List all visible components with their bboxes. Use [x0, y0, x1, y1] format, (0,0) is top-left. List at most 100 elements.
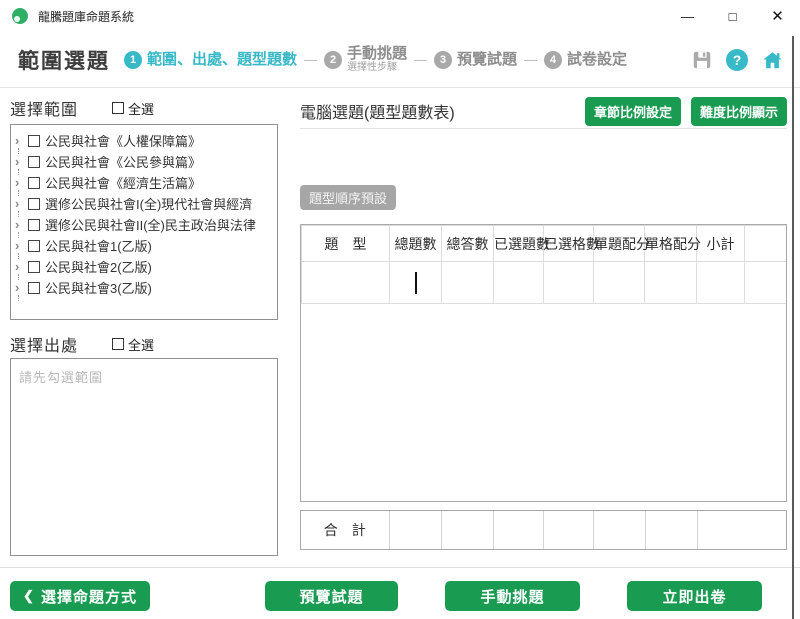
item-checkbox[interactable] [28, 240, 40, 252]
minimize-button[interactable]: — [665, 0, 710, 32]
column-header: 已選題數 [494, 226, 544, 262]
table-header-row: 題 型總題數總答數已選題數已選格數單題配分單格配分小計 [302, 226, 787, 262]
wizard-steps: — 1 範圍、出處、題型題數 — 2 手動挑題 選擇性步驟 [124, 45, 627, 74]
choose-method-label: 選擇命題方式 [41, 586, 137, 607]
select-all-label: 全選 [128, 335, 154, 354]
window-border [792, 36, 794, 619]
step-label: 手動挑題 [347, 45, 407, 62]
text-cursor [415, 272, 417, 294]
step-number-badge: 4 [544, 51, 562, 69]
home-button[interactable] [761, 49, 784, 71]
maximize-button[interactable]: □ [710, 0, 755, 32]
step-separator: — [304, 52, 317, 67]
step-item[interactable]: — 4 試卷設定 [517, 51, 627, 69]
close-button[interactable]: ✕ [755, 0, 800, 32]
column-header: 總答數 [442, 226, 494, 262]
tree-item[interactable]: › 公民與社會《公民參與篇》 [11, 151, 277, 172]
tree-item[interactable]: › 選修公民與社會I(全)現代社會與經濟 [11, 193, 277, 214]
step-label: 範圍、出處、題型題數 [147, 51, 297, 68]
checkbox-icon[interactable] [112, 338, 124, 350]
step-texts: 手動挑題 選擇性步驟 [347, 45, 407, 74]
total-questions-cell[interactable] [390, 262, 442, 304]
step-number-badge: 2 [324, 51, 342, 69]
choose-method-button[interactable]: ❮ 選擇命題方式 [10, 581, 150, 611]
item-checkbox[interactable] [28, 198, 40, 210]
source-placeholder: 請先勾選範圍 [19, 370, 103, 385]
step-item[interactable]: — 3 預覽試題 [407, 51, 517, 69]
totals-answers [441, 511, 493, 549]
step-item[interactable]: — 1 範圍、出處、題型題數 [124, 51, 297, 69]
totals-selected-blanks [543, 511, 593, 549]
manual-pick-button[interactable]: 手動挑題 [445, 581, 580, 611]
step-item[interactable]: — 2 手動挑題 選擇性步驟 [297, 45, 407, 74]
item-checkbox[interactable] [28, 219, 40, 231]
item-checkbox[interactable] [28, 156, 40, 168]
window-title: 龍騰題庫命題系統 [38, 8, 134, 25]
select-all-label: 全選 [128, 99, 154, 118]
tree-item[interactable]: › 選修公民與社會II(全)民主政治與法律 [11, 214, 277, 235]
preview-questions-button[interactable]: 預覽試題 [265, 581, 398, 611]
totals-points-question [593, 511, 645, 549]
source-title: 選擇出處 [10, 332, 78, 356]
tree-item[interactable]: › 公民與社會2(乙版) [11, 256, 277, 277]
item-label: 公民與社會1(乙版) [45, 236, 152, 255]
range-select-all[interactable]: 全選 [112, 99, 154, 118]
tree-item[interactable]: › 公民與社會《經濟生活篇》 [11, 172, 277, 193]
ratio-buttons: 章節比例設定 難度比例顯示 [585, 97, 787, 126]
main-panel: 電腦選題(題型題數表) 章節比例設定 難度比例顯示 題型順序預設 題 型總題數總… [300, 88, 787, 550]
totals-points-blank [645, 511, 697, 549]
expand-chevron-icon[interactable]: › [15, 155, 27, 168]
left-panel: 選擇範圍 全選 › 公民與社會《人權保障篇》 › 公民與社會《公民參與篇》 [10, 88, 278, 556]
qtype-cell[interactable] [302, 262, 390, 304]
totals-row: 合 計 [300, 510, 787, 550]
expand-chevron-icon[interactable]: › [15, 176, 27, 189]
expand-chevron-icon[interactable]: › [15, 281, 27, 294]
points-per-blank-cell[interactable] [645, 262, 697, 304]
generate-paper-button[interactable]: 立即出卷 [627, 581, 762, 611]
save-icon[interactable] [691, 49, 713, 71]
expand-chevron-icon[interactable]: › [15, 134, 27, 147]
points-per-question-cell[interactable] [594, 262, 645, 304]
tree-item[interactable]: › 公民與社會1(乙版) [11, 235, 277, 256]
range-header: 選擇範圍 全選 [10, 96, 278, 120]
main-title: 電腦選題(題型題數表) [300, 99, 455, 123]
column-header: 已選格數 [544, 226, 594, 262]
expand-chevron-icon[interactable]: › [15, 260, 27, 273]
question-order-tag[interactable]: 題型順序預設 [300, 185, 396, 210]
chapter-ratio-button[interactable]: 章節比例設定 [585, 97, 681, 126]
range-tree: › 公民與社會《人權保障篇》 › 公民與社會《公民參與篇》 › 公民與社會《經濟… [10, 124, 278, 320]
help-button[interactable]: ? [726, 49, 748, 71]
subtotal-cell[interactable] [697, 262, 745, 304]
totals-subtotal [697, 511, 786, 549]
selected-blanks-cell[interactable] [544, 262, 594, 304]
expand-chevron-icon[interactable]: › [15, 218, 27, 231]
divider [300, 128, 787, 129]
source-select-all[interactable]: 全選 [112, 335, 154, 354]
selected-questions-cell[interactable] [494, 262, 544, 304]
column-header [745, 226, 787, 262]
item-checkbox[interactable] [28, 135, 40, 147]
tree-item[interactable]: › 公民與社會3(乙版) [11, 277, 277, 298]
item-label: 公民與社會《經濟生活篇》 [45, 173, 201, 192]
app-logo-icon [12, 8, 28, 24]
checkbox-icon[interactable] [112, 102, 124, 114]
expand-chevron-icon[interactable]: › [15, 239, 27, 252]
window-controls: — □ ✕ [665, 0, 800, 32]
expand-chevron-icon[interactable]: › [15, 197, 27, 210]
step-label: 試卷設定 [567, 51, 627, 68]
step-number-badge: 1 [124, 51, 142, 69]
step-sublabel: 選擇性步驟 [347, 62, 407, 74]
item-label: 公民與社會《公民參與篇》 [45, 152, 201, 171]
step-separator: — [524, 52, 537, 67]
item-checkbox[interactable] [28, 177, 40, 189]
column-header: 單題配分 [594, 226, 645, 262]
main-header: 電腦選題(題型題數表) 章節比例設定 難度比例顯示 [300, 94, 787, 128]
item-checkbox[interactable] [28, 261, 40, 273]
tree-item[interactable]: › 公民與社會《人權保障篇》 [11, 130, 277, 151]
app-window: 龍騰題庫命題系統 — □ ✕ 範圍選題 — 1 範圍、出處、題型題數 [0, 0, 800, 619]
column-header: 總題數 [390, 226, 442, 262]
total-answers-cell[interactable] [442, 262, 494, 304]
column-header: 單格配分 [645, 226, 697, 262]
item-checkbox[interactable] [28, 282, 40, 294]
difficulty-ratio-button[interactable]: 難度比例顯示 [691, 97, 787, 126]
